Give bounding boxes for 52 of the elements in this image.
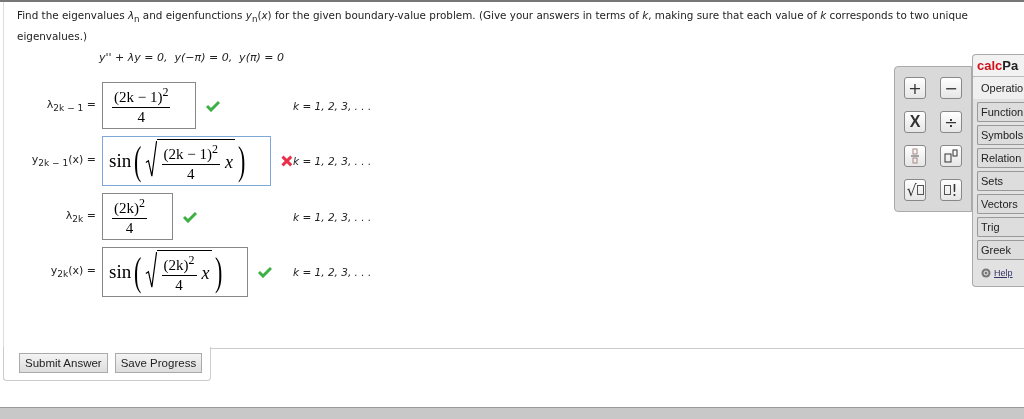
answer-label: y$_{2k}$(x) = (49, 264, 97, 280)
category-tab[interactable]: Function (977, 102, 1024, 122)
equation: y'' + λy = 0, y(−π) = 0, y(π) = 0 (99, 51, 286, 65)
question-text: Find the eigenvalues λ$_{n}$ and eigenfunctions y$_{n}$(x) for the given boundary-value problem. (Give your answers in terms of k, making sure that each value of k corresponds to two unique eigenvalues.) (16, 8, 969, 45)
square-root-key[interactable]: √ (904, 179, 926, 201)
function-name: sin (109, 261, 132, 284)
help-icon (981, 268, 991, 278)
k-range: k = 1, 2, 3, . . . (293, 155, 372, 168)
variable: x (201, 263, 210, 285)
fraction-numerator: (2k − 1)$^{2}$ (161, 142, 220, 166)
variable: x (224, 152, 233, 174)
category-tab[interactable]: Vectors (977, 194, 1024, 214)
operator-key[interactable]: ÷ (940, 111, 962, 133)
operator-key[interactable]: + (904, 77, 926, 99)
factorial-key[interactable]: ! (940, 179, 962, 201)
k-range: k = 1, 2, 3, . . . (293, 99, 372, 112)
parenthesis: ( (134, 141, 142, 182)
help-link[interactable]: Help (994, 268, 1013, 278)
category-tab[interactable]: Trig (977, 217, 1024, 237)
submit-button[interactable]: Submit Answer (19, 353, 108, 373)
operator-key[interactable]: − (940, 77, 962, 99)
fraction-denominator: 4 (187, 165, 195, 184)
fraction-numerator: (2k − 1)$^{2}$ (112, 85, 171, 109)
category-tab[interactable]: Relation (977, 148, 1024, 168)
function-name: sin (109, 150, 132, 173)
answer-label: λ$_{2k}$ = (64, 209, 97, 225)
answer-label: λ$_{2k − 1}$ = (45, 98, 97, 114)
calcpad-title: calc (977, 58, 1003, 73)
fraction-denominator: 4 (175, 276, 183, 295)
answer-field[interactable]: (2k)$^{2}$ 4 (102, 193, 173, 241)
fraction-key[interactable] (904, 145, 926, 167)
save-button[interactable]: Save Progress (114, 353, 203, 373)
category-tab[interactable]: Sets (977, 171, 1024, 191)
fraction-denominator: 4 (137, 108, 145, 127)
category-tab[interactable]: Operatio (973, 77, 1024, 99)
parenthesis: ) (214, 252, 222, 293)
answer-field[interactable]: (2k − 1)$^{2}$ 4 (102, 82, 197, 130)
category-tab[interactable]: Symbols (977, 125, 1024, 145)
fraction-denominator: 4 (125, 219, 134, 238)
operator-key[interactable]: X (904, 111, 926, 133)
k-range: k = 1, 2, 3, . . . (293, 266, 372, 279)
calcpad-title: Pa (1002, 58, 1019, 73)
k-range: k = 1, 2, 3, . . . (293, 210, 372, 223)
exponent-icon (944, 149, 958, 163)
exponent-key[interactable] (940, 145, 962, 167)
parenthesis: ( (134, 252, 142, 293)
parenthesis: ) (237, 141, 246, 182)
answer-label: y$_{2k − 1}$(x) = (30, 153, 97, 169)
fraction-icon (911, 148, 919, 164)
category-tab[interactable]: Greek (977, 240, 1024, 260)
fraction-numerator: (2k)$^{2}$ (112, 196, 147, 220)
fraction-numerator: (2k)$^{2}$ (161, 253, 197, 277)
